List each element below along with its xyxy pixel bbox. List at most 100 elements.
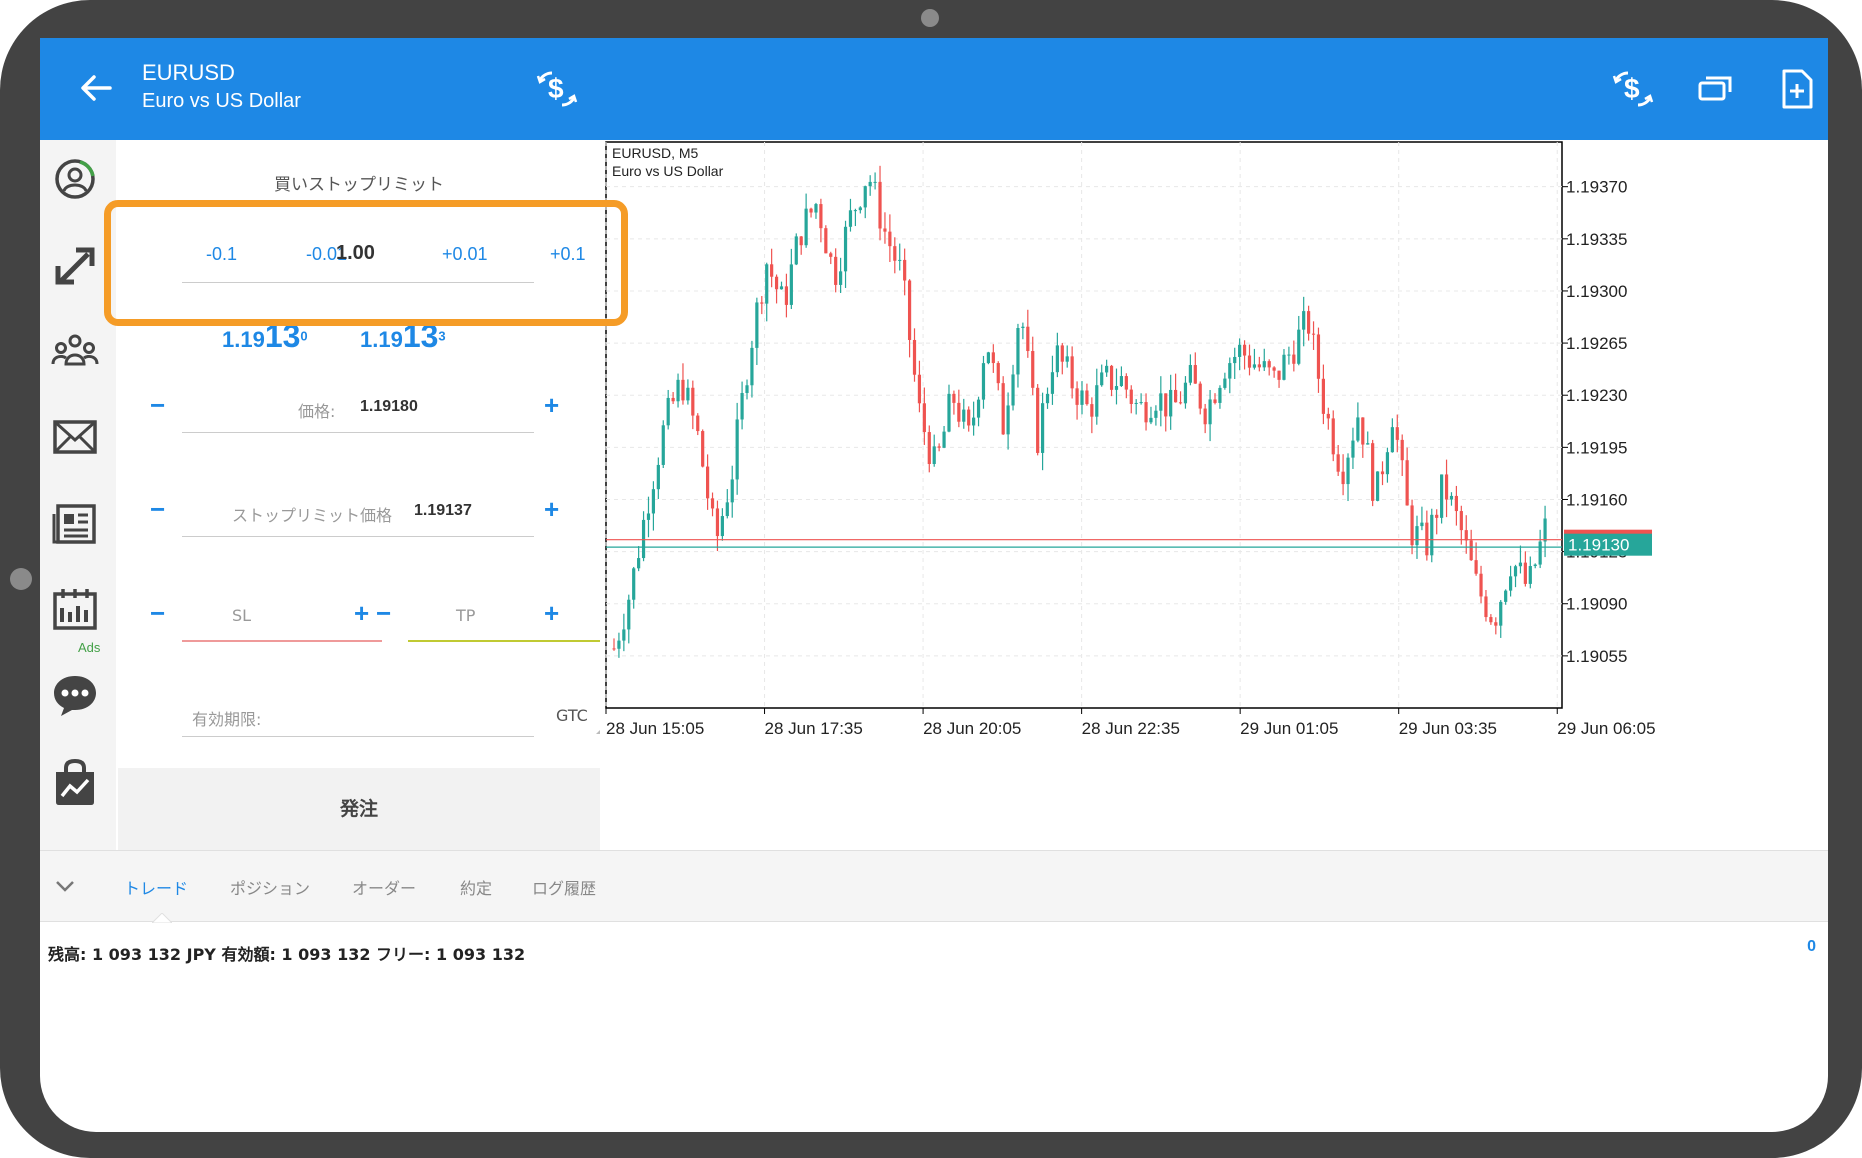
candle-body [1395,427,1399,440]
profit-value: 0 [1807,938,1816,955]
candle-body [651,489,656,514]
candle-body [1494,622,1498,626]
candle-body [1513,566,1518,577]
x-tick-label: 29 Jun 01:05 [1240,719,1338,738]
candle-body [1464,530,1468,541]
sl-plus-button[interactable]: + [354,598,369,629]
bid-sup: 0 [300,328,308,344]
tab-orders[interactable]: オーダー [352,875,416,899]
candle-body [1538,541,1542,565]
candle-body [1134,402,1138,404]
candle-body [1346,457,1350,485]
candle-body [863,186,867,208]
sl-underline [182,640,382,642]
candle-body [1454,495,1458,512]
calendar-icon[interactable] [50,584,100,634]
sl-label[interactable]: SL [232,606,251,625]
candle-body [1297,329,1301,364]
candle-body [829,253,833,257]
mail-icon[interactable] [50,412,100,462]
tp-label[interactable]: TP [456,606,475,625]
news-icon[interactable] [50,498,100,548]
expiry-value[interactable]: GTC [556,706,588,725]
account-icon[interactable] [50,154,100,204]
candle-body [1375,471,1380,501]
camera-dot [921,9,939,27]
candle-body [676,379,680,402]
candle-body [784,286,789,305]
candle-body [1459,511,1463,531]
tp-minus-button[interactable]: − [376,598,391,629]
y-tick-label: 1.19265 [1566,334,1627,353]
candle-body [617,640,621,649]
candle-body [1174,389,1178,403]
candle-body [1405,460,1409,506]
tp-plus-button[interactable]: + [544,598,559,629]
candle-body [1169,389,1173,417]
price-plus-button[interactable]: + [544,390,559,421]
stoplimit-plus-button[interactable]: + [544,494,559,525]
candle-body [637,558,641,569]
candle-body [937,446,941,448]
candle-body [972,417,976,426]
candle-body [878,181,882,229]
chart-plot-border [605,141,1563,709]
candle-body [873,181,877,183]
candle-body [661,425,665,465]
stoplimit-minus-button[interactable]: − [150,494,165,525]
market-icon[interactable] [50,758,100,808]
candle-body [868,181,872,187]
candle-body [1149,417,1153,423]
chat-icon[interactable] [50,670,100,720]
candle-body [903,259,907,281]
candle-body [799,236,803,246]
candle-body [646,513,651,520]
candle-body [1469,540,1473,561]
chevron-down-icon[interactable] [50,871,80,901]
trade-icon[interactable] [50,240,100,290]
window-icon[interactable] [1692,66,1738,112]
candle-body [1233,356,1237,364]
tab-positions[interactable]: ポジション [230,875,310,899]
candle-body [1208,399,1212,425]
candle-body [952,393,956,403]
candle-body [814,204,818,213]
back-arrow-icon[interactable] [74,66,118,110]
candle-body [1287,354,1291,356]
candle-body [612,648,616,650]
candle-body [1440,474,1444,518]
candle-body [1085,390,1089,405]
place-order-button[interactable]: 発注 [118,768,600,850]
new-file-icon[interactable] [1774,66,1820,112]
dollar-exchange-icon[interactable]: $ [534,66,580,112]
candle-body [1528,566,1532,584]
tab-deals[interactable]: 約定 [460,875,492,899]
candle-body [1435,514,1439,518]
price-value[interactable]: 1.19180 [360,398,418,416]
y-tick-label: 1.19300 [1566,282,1627,301]
price-chart[interactable]: 1.19370 1.19335 1.19300 1.19265 1.19230 1.191… [600,140,1828,740]
community-icon[interactable] [50,326,100,376]
candle-body [1223,378,1227,388]
x-tick-label: 28 Jun 17:35 [765,719,863,738]
price-minus-button[interactable]: − [150,390,165,421]
candle-body [715,508,720,537]
chart-svg[interactable]: 1.19370 1.19335 1.19300 1.19265 1.19230 1.191… [600,140,1828,740]
candle-body [1105,365,1109,373]
stoplimit-value[interactable]: 1.19137 [414,502,472,520]
candle-body [1425,522,1429,556]
tab-log-history[interactable]: ログ履歴 [532,875,596,899]
dollar-exchange-icon[interactable]: $ [1610,66,1656,112]
tab-trade[interactable]: トレード [124,875,188,899]
candle-body [1159,393,1163,411]
candle-body [1238,344,1242,357]
candle-body [1316,334,1321,379]
sl-minus-button[interactable]: − [150,598,165,629]
candle-body [927,432,931,464]
candle-body [1218,387,1222,403]
symbol-description: Euro vs US Dollar [142,90,301,112]
candle-body [632,568,636,600]
candle-body [1302,311,1306,330]
current-price-label: 1.19130 [1568,536,1629,555]
candle-body [1060,345,1064,362]
